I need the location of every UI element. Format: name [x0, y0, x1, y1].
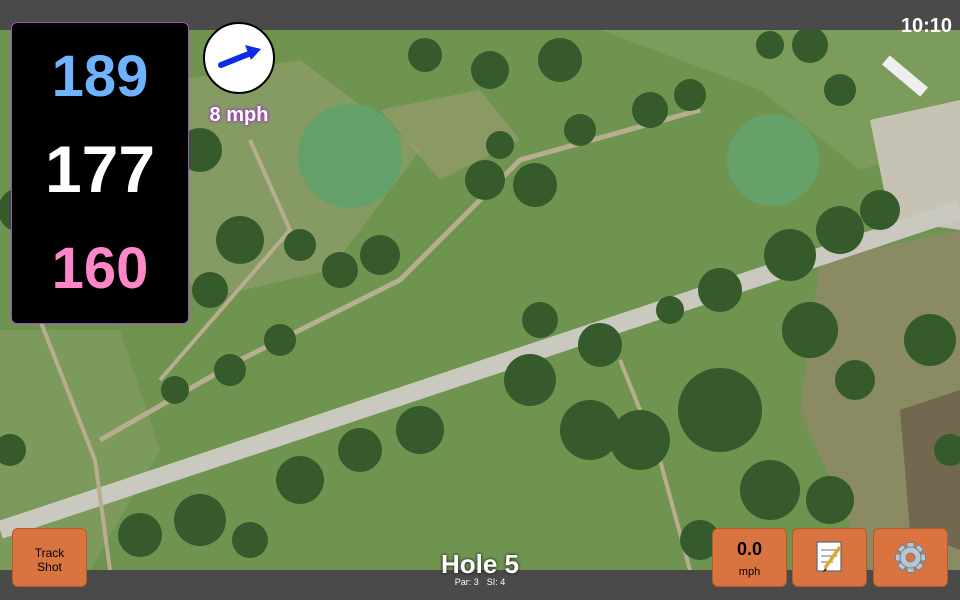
front-yardage: 160	[51, 236, 149, 301]
hole-title: Hole 5	[440, 549, 520, 579]
notes-button[interactable]	[792, 528, 867, 587]
notepad-icon	[816, 541, 842, 573]
speed-unit: mph	[738, 566, 761, 578]
hole-si: SI: 4	[486, 577, 506, 587]
settings-button[interactable]	[873, 528, 948, 587]
speed-button[interactable]: 0.0 mph	[712, 528, 787, 587]
middle-yardage: 177	[44, 132, 156, 206]
wind-speed: 8 mph	[209, 104, 269, 126]
back-yardage: 189	[51, 44, 149, 109]
clock: 10:10	[900, 15, 952, 37]
track-label-line1: Track	[34, 546, 65, 560]
gear-icon	[895, 542, 926, 573]
wind-arrow-icon	[218, 45, 261, 68]
track-label-line2: Shot	[37, 560, 62, 574]
wind-indicator[interactable]	[203, 22, 275, 94]
track-shot-button[interactable]: Track Shot	[12, 528, 87, 587]
speed-value: 0.0	[736, 539, 763, 559]
hole-info: Par: 3 SI: 4	[400, 577, 560, 587]
hole-par: Par: 3	[454, 577, 479, 587]
distance-panel: 189 177 160	[11, 22, 189, 324]
